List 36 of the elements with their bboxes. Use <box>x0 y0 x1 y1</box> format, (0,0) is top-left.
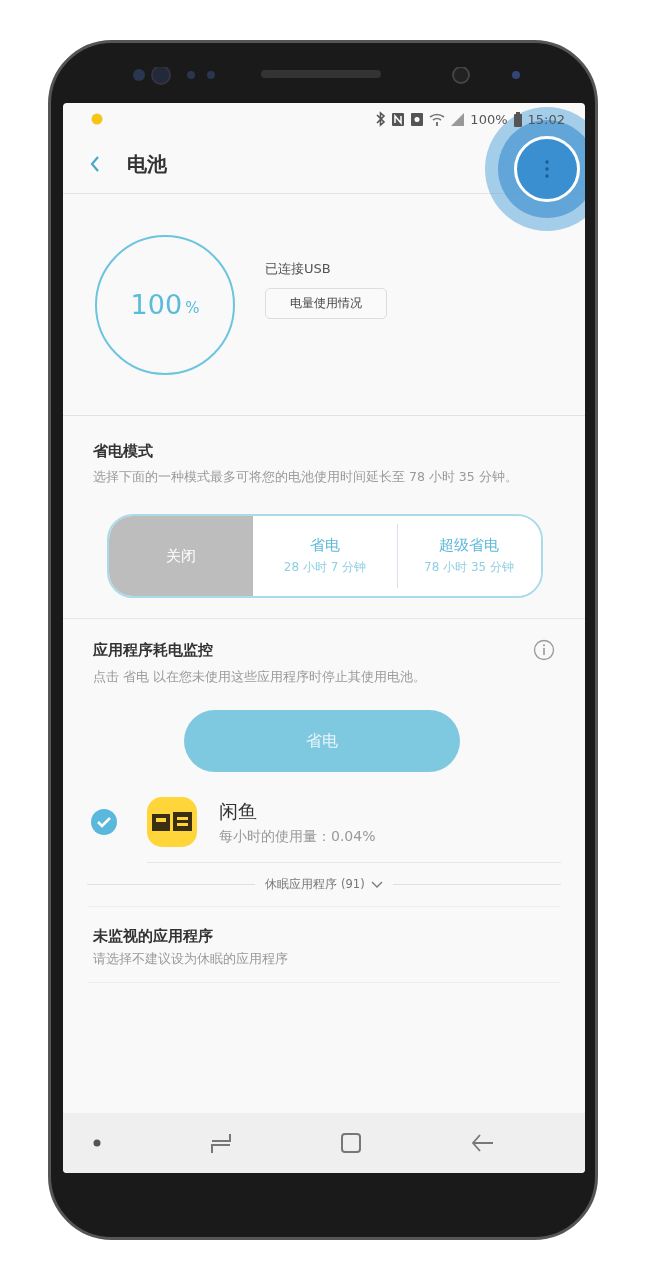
back-icon[interactable] <box>89 155 101 173</box>
mode-option[interactable]: 关闭 <box>109 516 253 596</box>
menu-button[interactable] <box>514 136 580 202</box>
bluetooth-icon <box>374 111 387 127</box>
screen-title: 电池 <box>127 150 167 178</box>
section-title: 省电模式 <box>93 442 154 461</box>
app-name: 闲鱼 <box>219 798 258 824</box>
section-title: 未监视的应用程序 <box>93 927 214 946</box>
charging-status: 已连接USB <box>265 260 331 278</box>
info-icon[interactable] <box>533 639 555 661</box>
power-saving-button[interactable]: 省电 <box>184 710 460 772</box>
signal-icon <box>450 111 466 127</box>
more-icon <box>545 159 549 179</box>
wifi-icon <box>429 111 446 127</box>
battery-icon <box>512 111 523 127</box>
checkbox[interactable] <box>91 809 117 835</box>
chevron-down-icon <box>370 881 383 888</box>
app-usage: 每小时的使用量：0.04% <box>219 827 376 846</box>
battery-level: 100 <box>130 289 183 320</box>
usage-button[interactable]: 电量使用情况 <box>265 288 387 319</box>
mode-option[interactable]: 超级省电 78 小时 35 分钟 <box>397 516 541 596</box>
battery-percent: 100% <box>470 111 508 127</box>
notification-dot-icon <box>91 113 103 125</box>
sleeping-apps-toggle[interactable]: 休眠应用程序 (91) <box>265 877 383 892</box>
recent-apps-icon[interactable] <box>209 1132 232 1154</box>
section-title: 应用程序耗电监控 <box>93 640 213 660</box>
section-description: 请选择不建议设为休眠的应用程序 <box>93 950 289 968</box>
section-description: 点击 省电 以在您未使用这些应用程序时停止其使用电池。 <box>93 668 427 686</box>
nfc-icon <box>391 111 406 127</box>
back-arrow-icon[interactable] <box>470 1132 495 1154</box>
percent-sign: % <box>185 298 200 317</box>
home-icon[interactable] <box>340 1132 363 1154</box>
image-icon <box>410 111 425 127</box>
app-icon <box>147 797 197 847</box>
clock-time: 15:02 <box>527 111 565 127</box>
dot-icon[interactable] <box>93 1139 101 1147</box>
